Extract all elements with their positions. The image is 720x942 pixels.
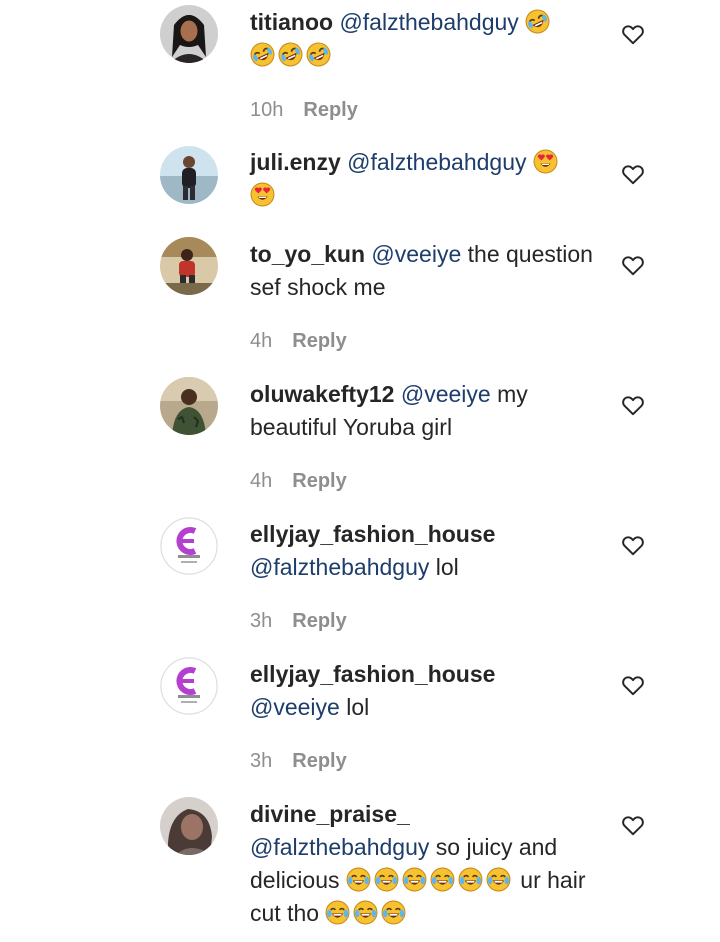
reply-button[interactable]: Reply [292, 610, 346, 632]
comment-time: 10h [250, 99, 284, 121]
like-heart-icon[interactable] [620, 812, 646, 838]
username[interactable]: titianoo [250, 9, 333, 35]
comment-body: juli.enzy @falzthebahdguy [250, 146, 595, 212]
joy-emoji-icon [458, 867, 483, 892]
like-heart-icon[interactable] [620, 21, 646, 47]
joy-emoji-icon [381, 900, 406, 925]
reply-button[interactable]: Reply [303, 99, 357, 121]
reply-button[interactable]: Reply [292, 470, 346, 492]
avatar[interactable] [160, 517, 218, 575]
joy-emoji-icon [325, 900, 350, 925]
comment-meta: 3h Reply [250, 750, 347, 773]
rofl-emoji-icon [306, 42, 331, 67]
comment-body: to_yo_kun @veeiye the question sef shock… [250, 238, 595, 304]
comment-body: ellyjay_fashion_house @veeiye lol [250, 658, 595, 724]
mention-link[interactable]: @veeiye [250, 694, 340, 720]
mention-link[interactable]: @veeiye [371, 241, 461, 267]
username[interactable]: ellyjay_fashion_house [250, 661, 495, 687]
comment-meta: 3h Reply [250, 610, 347, 633]
mention-link[interactable]: @falzthebahdguy [347, 149, 526, 175]
like-heart-icon[interactable] [620, 392, 646, 418]
comment-time: 3h [250, 750, 273, 772]
username[interactable]: oluwakefty12 [250, 381, 394, 407]
comment-time: 4h [250, 470, 273, 492]
like-heart-icon[interactable] [620, 252, 646, 278]
comment-meta: 10h Reply [250, 99, 358, 122]
heart-eyes-emoji-icon [533, 149, 558, 174]
comment-body: titianoo @falzthebahdguy [250, 6, 595, 72]
comment-text: lol [435, 554, 459, 580]
like-heart-icon[interactable] [620, 161, 646, 187]
comment-time: 4h [250, 330, 273, 352]
like-heart-icon[interactable] [620, 532, 646, 558]
like-heart-icon[interactable] [620, 672, 646, 698]
comment-meta: 4h Reply [250, 470, 347, 493]
comment-body: oluwakefty12 @veeiye my beautiful Yoruba… [250, 378, 595, 444]
reply-button[interactable]: Reply [292, 750, 346, 772]
joy-emoji-icon [486, 867, 511, 892]
username[interactable]: to_yo_kun [250, 241, 365, 267]
comment-body: divine_praise_ @falzthebahdguy so juicy … [250, 798, 595, 930]
avatar[interactable] [160, 657, 218, 715]
avatar[interactable] [160, 377, 218, 435]
username[interactable]: divine_praise_ [250, 801, 410, 827]
rofl-emoji-icon [250, 42, 275, 67]
heart-eyes-emoji-icon [250, 182, 275, 207]
comment-meta: 4h Reply [250, 330, 347, 353]
comment-text: lol [346, 694, 370, 720]
joy-emoji-icon [346, 867, 371, 892]
joy-emoji-icon [430, 867, 455, 892]
username[interactable]: juli.enzy [250, 149, 341, 175]
avatar[interactable] [160, 237, 218, 295]
mention-link[interactable]: @falzthebahdguy [339, 9, 518, 35]
joy-emoji-icon [374, 867, 399, 892]
joy-emoji-icon [353, 900, 378, 925]
comment-body: ellyjay_fashion_house @falzthebahdguy lo… [250, 518, 595, 584]
avatar[interactable] [160, 5, 218, 63]
mention-link[interactable]: @veeiye [401, 381, 491, 407]
username[interactable]: ellyjay_fashion_house [250, 521, 495, 547]
comment-time: 3h [250, 610, 273, 632]
mention-link[interactable]: @falzthebahdguy [250, 554, 429, 580]
mention-link[interactable]: @falzthebahdguy [250, 834, 429, 860]
avatar[interactable] [160, 797, 218, 855]
joy-emoji-icon [402, 867, 427, 892]
reply-button[interactable]: Reply [292, 330, 346, 352]
rofl-emoji-icon [278, 42, 303, 67]
avatar[interactable] [160, 146, 218, 204]
rofl-emoji-icon [525, 9, 550, 34]
